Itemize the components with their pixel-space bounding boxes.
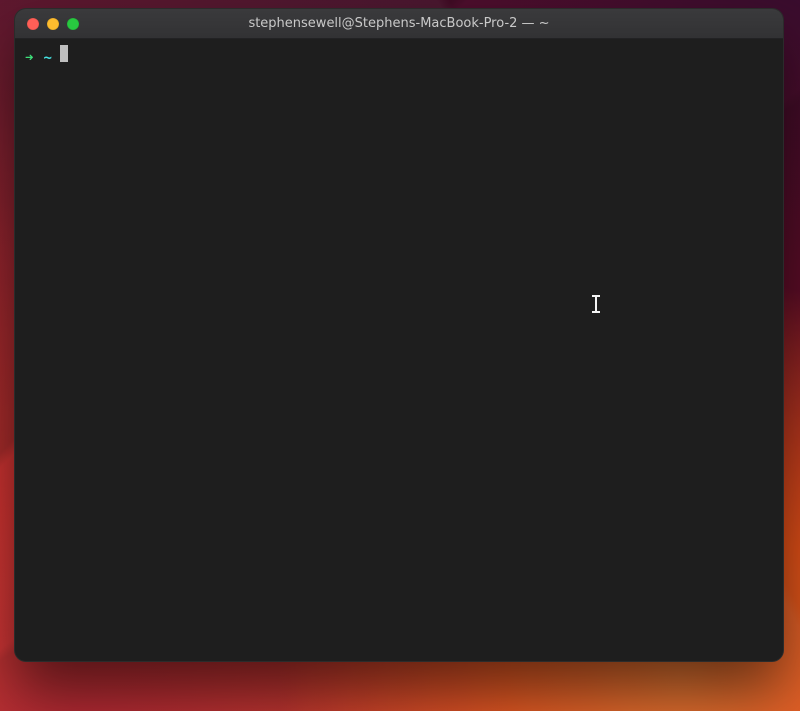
- ibeam-cursor-icon: [591, 295, 601, 313]
- close-button[interactable]: [27, 18, 39, 30]
- text-cursor: [60, 45, 68, 62]
- prompt-arrow-icon: ➜: [25, 48, 33, 68]
- prompt-cwd: ~: [43, 48, 51, 68]
- terminal-window: stephensewell@Stephens-MacBook-Pro-2 — ~…: [14, 8, 784, 662]
- minimize-button[interactable]: [47, 18, 59, 30]
- window-title: stephensewell@Stephens-MacBook-Pro-2 — ~: [15, 16, 783, 31]
- terminal-body[interactable]: ➜ ~: [15, 39, 783, 661]
- prompt-line[interactable]: ➜ ~: [25, 45, 773, 65]
- titlebar[interactable]: stephensewell@Stephens-MacBook-Pro-2 — ~: [15, 9, 783, 39]
- window-controls: [15, 18, 79, 30]
- maximize-button[interactable]: [67, 18, 79, 30]
